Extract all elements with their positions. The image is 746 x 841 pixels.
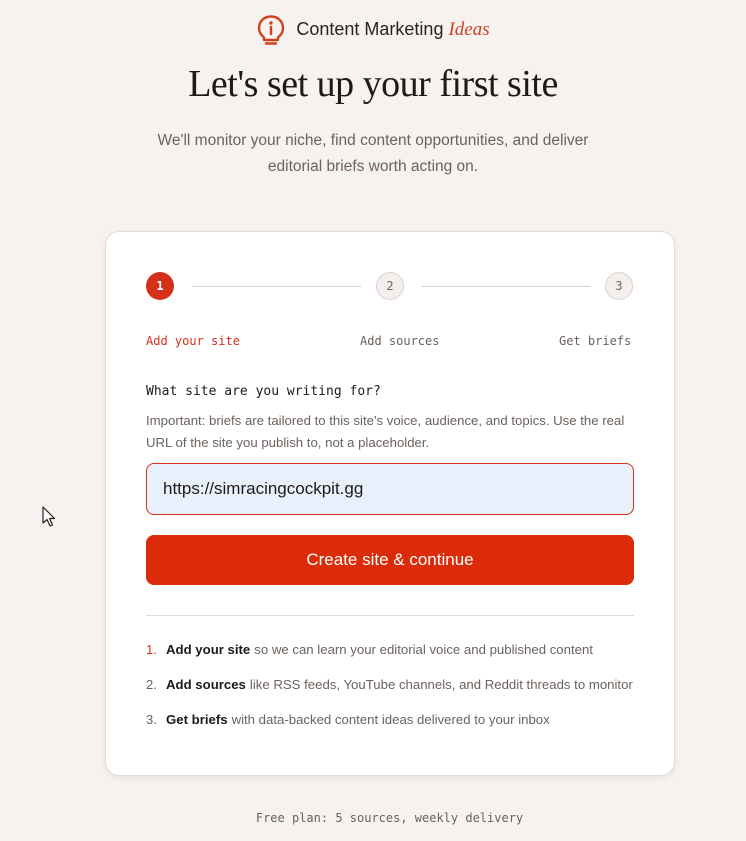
step-3-label: Get briefs: [559, 334, 632, 348]
how-it-works-text-2: like RSS feeds, YouTube channels, and Re…: [249, 677, 633, 692]
step-2-indicator: 2: [376, 272, 404, 300]
how-it-works-item-1: 1. Add your site so we can learn your ed…: [146, 642, 646, 677]
brand-header: Content Marketing Ideas: [0, 14, 746, 46]
how-it-works-text-1: so we can learn your editorial voice and…: [254, 642, 593, 657]
how-it-works-text-3: with data-backed content ideas delivered…: [231, 712, 550, 727]
step-1-indicator: 1: [146, 272, 174, 300]
how-it-works-title-2: Add sources: [166, 677, 246, 692]
mouse-pointer-icon: [42, 506, 56, 527]
how-it-works-title-1: Add your site: [166, 642, 251, 657]
site-url-input[interactable]: [146, 463, 634, 515]
step-connector-1: [192, 286, 361, 287]
site-question-label: What site are you writing for?: [146, 384, 381, 399]
step-3-indicator: 3: [605, 272, 633, 300]
page-subtitle: We'll monitor your niche, find content o…: [157, 132, 589, 175]
plan-note: Free plan: 5 sources, weekly delivery: [255, 811, 524, 825]
step-connector-2: [421, 286, 590, 287]
brand-name-accent: Ideas: [448, 19, 490, 40]
how-it-works-number-2: 2.: [146, 677, 157, 692]
how-it-works-list: 1. Add your site so we can learn your ed…: [146, 642, 646, 747]
site-hint-text: Important: briefs are tailored to this s…: [146, 413, 625, 450]
how-it-works-number-1: 1.: [146, 642, 157, 657]
how-it-works-number-3: 3.: [146, 712, 157, 727]
how-it-works-item-2: 2. Add sources like RSS feeds, YouTube c…: [146, 677, 646, 712]
divider: [146, 615, 634, 616]
lightbulb-icon: [256, 14, 286, 46]
create-site-button[interactable]: Create site & continue: [146, 535, 634, 585]
how-it-works-title-3: Get briefs: [166, 712, 228, 727]
setup-card: 1 2 3 Add your site Add sources Get brie…: [105, 231, 675, 776]
page-title: Let's set up your first site: [188, 63, 558, 105]
brand-name: Content Marketing Ideas: [296, 19, 489, 41]
brand-name-main: Content Marketing: [296, 19, 444, 39]
step-1-label: Add your site: [146, 334, 240, 348]
stepper: 1 2 3: [146, 272, 635, 304]
how-it-works-item-3: 3. Get briefs with data-backed content i…: [146, 712, 646, 747]
step-2-label: Add sources: [360, 334, 440, 348]
